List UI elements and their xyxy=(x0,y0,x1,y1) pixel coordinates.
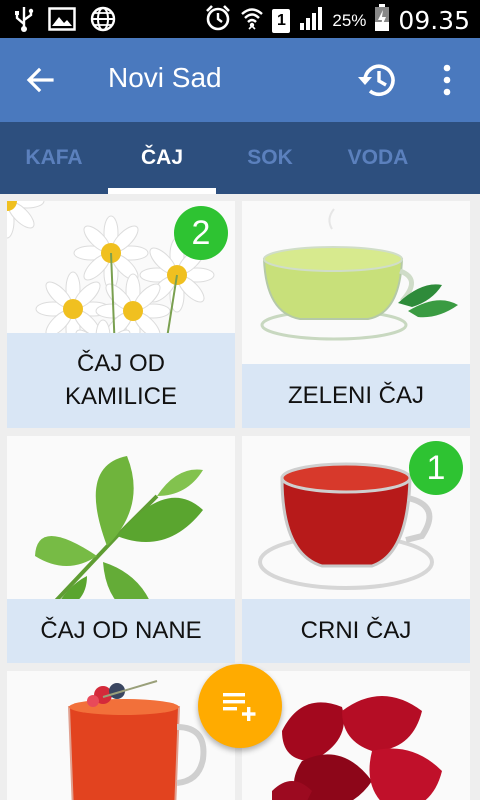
alarm-clock-icon xyxy=(204,4,232,37)
clock: 09.35 xyxy=(398,6,470,35)
product-name: ČAJ OD NANE xyxy=(7,599,235,663)
more-vert-icon[interactable] xyxy=(432,62,462,98)
status-bar: 1 25% 09.35 xyxy=(0,0,480,38)
playlist-add-icon xyxy=(223,693,256,721)
globe-icon xyxy=(90,6,116,37)
page-title: Novi Sad xyxy=(108,62,222,93)
product-name: ČAJ OD KAMILICE xyxy=(7,333,235,428)
product-card-kamilica[interactable]: ČAJ OD KAMILICE 2 xyxy=(7,201,235,428)
signal-icon xyxy=(298,5,324,36)
quantity-badge: 1 xyxy=(409,441,463,495)
sim-slot-badge: 1 xyxy=(272,8,291,33)
product-name: ZELENI ČAJ xyxy=(242,364,470,428)
tab-caj[interactable]: ČAJ xyxy=(108,122,216,194)
product-name: CRNI ČAJ xyxy=(242,599,470,663)
product-name-line1: ČAJ OD xyxy=(76,350,165,378)
app-bar: Novi Sad xyxy=(0,38,480,122)
product-name-line2: KAMILICE xyxy=(64,382,178,410)
tab-kafa[interactable]: KAFA xyxy=(0,122,108,194)
quantity-badge: 2 xyxy=(174,206,228,260)
back-arrow-icon[interactable] xyxy=(22,62,58,98)
usb-icon xyxy=(14,6,34,37)
product-card-caj-od-nane[interactable]: ČAJ OD NANE xyxy=(7,436,235,663)
image-icon xyxy=(48,7,76,36)
battery-percent: 25% xyxy=(332,10,367,30)
tab-voda[interactable]: VODA xyxy=(324,122,432,194)
history-icon[interactable] xyxy=(356,58,400,102)
battery-charging-icon xyxy=(374,4,390,37)
category-tabs: KAFA ČAJ SOK VODA xyxy=(0,122,480,194)
product-card-zeleni-caj[interactable]: ZELENI ČAJ xyxy=(242,201,470,428)
add-to-order-button[interactable] xyxy=(198,664,282,748)
product-card-crni-caj[interactable]: CRNI ČAJ 1 xyxy=(242,436,470,663)
tab-sok[interactable]: SOK xyxy=(216,122,324,194)
wifi-icon xyxy=(240,4,264,37)
